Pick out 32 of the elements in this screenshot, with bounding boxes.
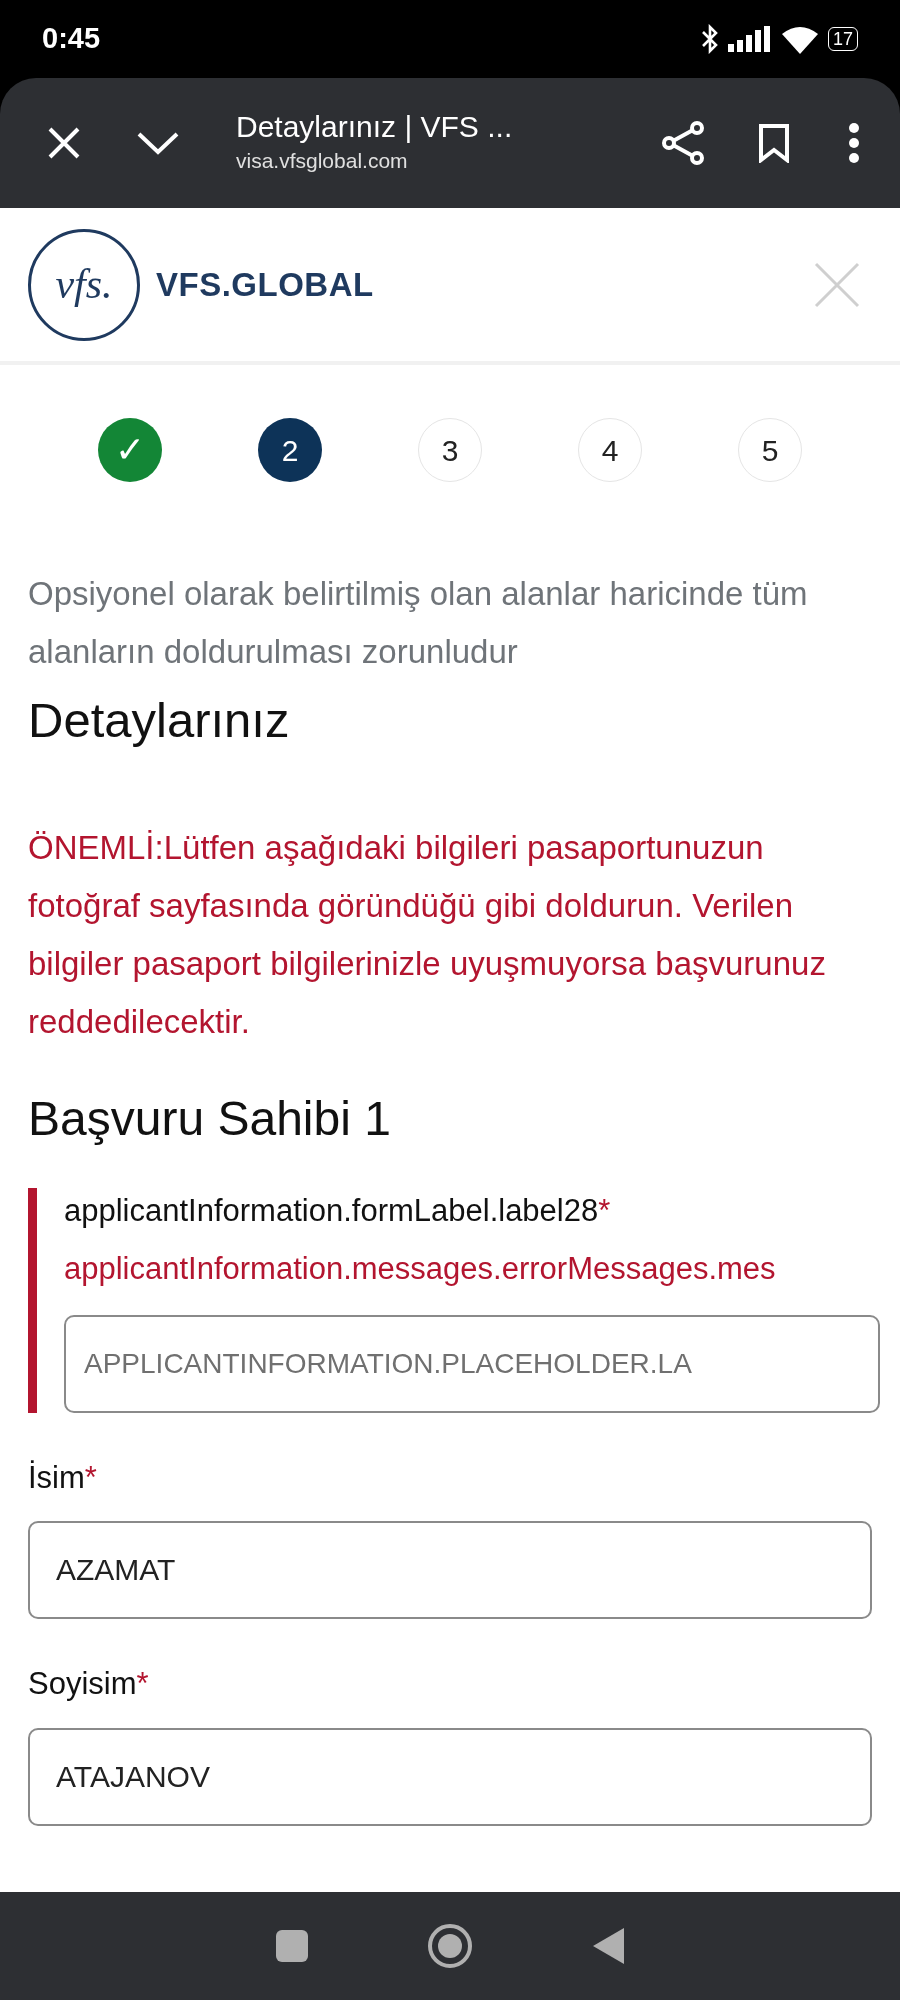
logo-mark: vfs. bbox=[28, 228, 140, 341]
back-icon[interactable] bbox=[591, 1926, 625, 1966]
share-icon[interactable] bbox=[660, 120, 706, 166]
input-field[interactable]: APPLICANTINFORMATION.PLACEHOLDER.LA bbox=[64, 1314, 880, 1413]
recent-apps-icon[interactable] bbox=[275, 1929, 309, 1963]
notice-text: ÖNEMLİ:Lütfen aşağıdaki bilgileri pasaportunuzun fotoğraf sayfasında göründüğü gibi doldurun. Verilen bilgiler pasaport bilgilerinizle uyuşmuyorsa başvurunuz reddedilecektir. bbox=[27, 828, 827, 1042]
step-indicator[interactable]: 4 bbox=[578, 418, 642, 482]
page-title: Detaylarınız | VFS ... bbox=[236, 109, 514, 146]
page-heading: Detaylarınız bbox=[27, 691, 291, 749]
bluetooth-icon bbox=[699, 24, 720, 54]
step-indicator[interactable]: 5 bbox=[738, 418, 802, 482]
field-label: Soyisim* bbox=[28, 1665, 150, 1704]
wifi-icon bbox=[779, 24, 820, 54]
bookmark-icon[interactable] bbox=[758, 123, 790, 163]
close-icon[interactable] bbox=[46, 125, 82, 161]
field-label: İsim* bbox=[28, 1458, 98, 1497]
error-message: applicantInformation.messages.errorMessages.mes bbox=[64, 1250, 777, 1289]
input-field[interactable]: ATAJANOV bbox=[28, 1727, 872, 1826]
signal-icon bbox=[727, 26, 772, 52]
page-url: visa.vfsglobal.com bbox=[236, 148, 409, 175]
step-indicator[interactable]: 3 bbox=[418, 418, 482, 482]
status-time: 0:45 bbox=[42, 21, 101, 57]
field-label: applicantInformation.formLabel.label28* bbox=[64, 1191, 612, 1230]
step-indicator[interactable]: 2 bbox=[258, 418, 322, 482]
input-field[interactable]: AZAMAT bbox=[28, 1521, 872, 1620]
instructions-text: Opsiyonel olarak belirtilmiş olan alanlar haricinde tüm alanların doldurulması zorunludur bbox=[27, 574, 809, 672]
section-heading: Başvuru Sahibi 1 bbox=[27, 1091, 392, 1148]
logo-text: VFS.GLOBAL bbox=[156, 264, 374, 305]
battery-indicator: 17 bbox=[827, 27, 858, 51]
more-options-icon[interactable] bbox=[848, 123, 860, 163]
step-indicator[interactable]: ✓ bbox=[98, 418, 162, 482]
home-icon[interactable] bbox=[427, 1923, 473, 1969]
